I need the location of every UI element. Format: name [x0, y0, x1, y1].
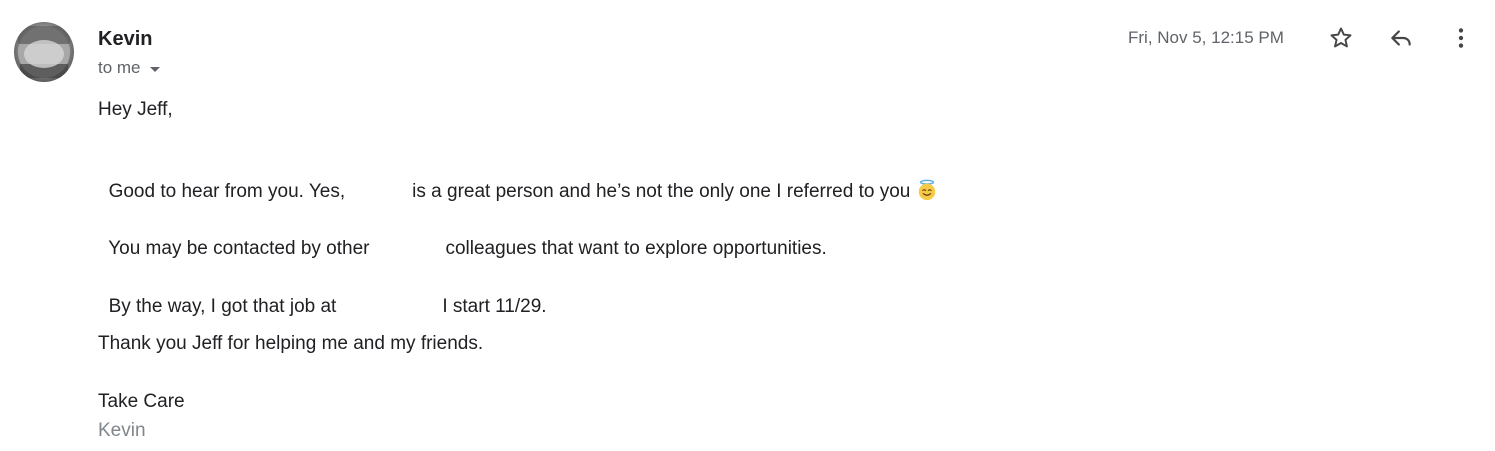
paragraph-2-start: You may be contacted by other	[108, 238, 370, 259]
star-button[interactable]	[1325, 22, 1357, 54]
more-options-button[interactable]	[1445, 22, 1477, 54]
paragraph-1-start: Good to hear from you. Yes,	[108, 181, 346, 202]
sender-avatar[interactable]	[14, 22, 74, 82]
reply-button[interactable]	[1385, 22, 1417, 54]
caret-down-icon	[149, 66, 160, 72]
body-paragraph-1: Good to hear from you. Yes, is a great pe…	[98, 157, 938, 203]
recipient-details-toggle[interactable]: to me	[98, 58, 160, 78]
signature: Kevin	[98, 420, 146, 441]
email-date[interactable]: Fri, Nov 5, 12:15 PM	[1128, 28, 1284, 48]
paragraph-1-end: is a great person and he’s not the only …	[412, 181, 911, 202]
body-paragraph-4: Thank you Jeff for helping me and my fri…	[98, 333, 484, 354]
body-paragraph-2: You may be contacted by other colleagues …	[98, 216, 827, 260]
star-icon	[1330, 27, 1352, 48]
paragraph-3-end: I start 11/29.	[442, 296, 547, 317]
avatar-image	[18, 26, 70, 78]
paragraph-3-start: By the way, I got that job at	[108, 296, 337, 317]
body-paragraph-3: By the way, I got that job at I start 11/…	[98, 274, 547, 318]
sender-name[interactable]: Kevin	[98, 28, 152, 51]
paragraph-2-end: colleagues that want to explore opportun…	[445, 238, 827, 259]
more-vert-icon	[1458, 28, 1464, 48]
closing-line: Take Care	[98, 391, 185, 412]
reply-icon	[1391, 30, 1411, 46]
recipient-label: to me	[98, 58, 141, 77]
greeting-line: Hey Jeff,	[98, 99, 173, 120]
smiling-face-with-halo-emoji	[919, 179, 936, 201]
